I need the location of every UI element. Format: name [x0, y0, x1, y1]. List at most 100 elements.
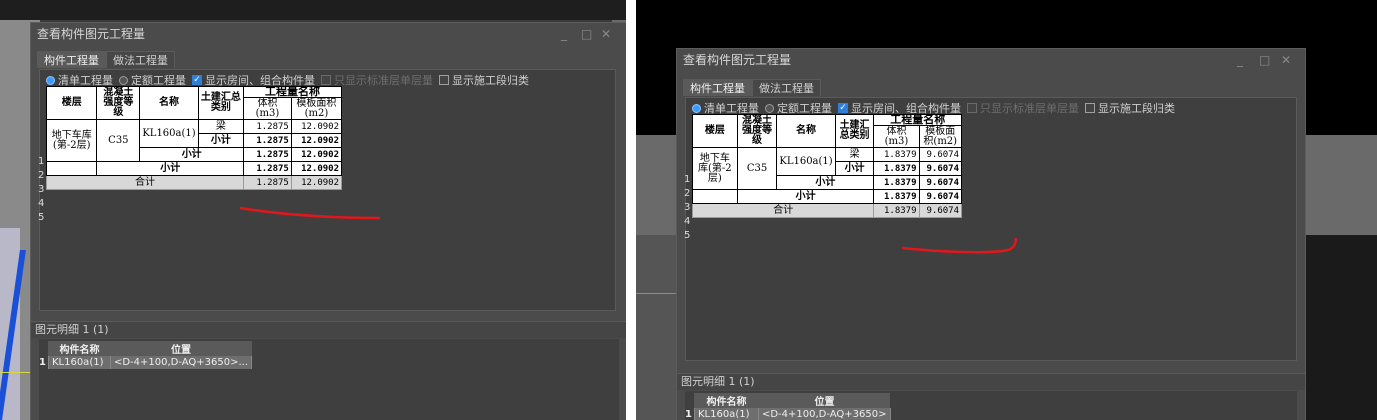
cell-formwork: 12.0902 [290, 147, 343, 162]
detail-col-pos: 位置 [758, 393, 891, 408]
tab-component-quantity[interactable]: 构件工程量 [37, 51, 106, 68]
show-std-floor-checkbox: 只显示标准层单层量 [967, 100, 1079, 116]
detail-count: 1 (1) [728, 375, 755, 388]
cell-subtotal-label: 小计 [197, 133, 245, 148]
show-stage-label: 显示施工段归类 [1098, 102, 1175, 115]
cell-grade: C35 [96, 119, 141, 162]
cell-subtotal-label: 小计 [736, 189, 875, 204]
detail-col-pos: 位置 [110, 341, 252, 356]
row-number: 5 [38, 212, 45, 223]
detail-table: 构件名称 位置 1 KL160a(1) <D-4+100,D-AQ+3650>.… [37, 341, 253, 369]
cell-subtotal-label: 小计 [776, 175, 875, 190]
quantity-panel: 清单工程量 定额工程量 ✓ 显示房间、组合构件量 只显示标准层单层量 显示施工段归… [684, 97, 1297, 361]
cell-formwork: 9.6074 [918, 203, 963, 218]
cell-volume: 1.2875 [243, 161, 292, 176]
row-number: 3 [684, 202, 691, 213]
header-name: 名称 [139, 86, 199, 120]
cell-category: 梁 [834, 147, 875, 162]
tab-bar: 构件工程量 做法工程量 [683, 79, 821, 96]
table-row[interactable]: 1 KL160a(1) <D-4+100,D-AQ+3650> [683, 408, 891, 420]
row-number: 3 [38, 184, 45, 195]
divider [626, 0, 636, 420]
viewport-dark-area [0, 0, 626, 20]
cell-formwork: 12.0902 [290, 133, 343, 148]
checkbox-unchecked-icon [439, 75, 449, 85]
row-number: 2 [38, 170, 45, 181]
radio-checked-icon [46, 75, 55, 85]
cell-formwork: 9.6074 [918, 147, 963, 162]
cell-formwork: 12.0902 [290, 175, 343, 190]
left-screenshot: 查看构件图元工程量 _ □ ✕ 构件工程量 做法工程量 清单工程量 定额工程量 … [0, 0, 626, 420]
detail-title: 图元明细 [681, 375, 725, 388]
viewport-dark-block [1304, 235, 1377, 420]
row-number: 4 [38, 198, 45, 209]
red-underline-annotation [239, 206, 381, 220]
header-grade: 混凝土强度等级 [96, 86, 141, 120]
minimize-icon[interactable]: _ [1237, 49, 1243, 71]
detail-col-name: 构件名称 [694, 393, 759, 408]
close-icon[interactable]: ✕ [601, 23, 611, 45]
show-std-floor-label: 只显示标准层单层量 [334, 74, 433, 87]
table-row[interactable]: 1 KL160a(1) <D-4+100,D-AQ+3650>... [37, 356, 253, 369]
dialog-title: 查看构件图元工程量 [37, 27, 146, 41]
minimize-icon[interactable]: _ [561, 23, 567, 45]
radio-checked-icon [692, 103, 701, 113]
detail-count: 1 (1) [82, 323, 109, 336]
tab-method-quantity[interactable]: 做法工程量 [752, 79, 821, 96]
header-volume: 体积(m3) [873, 125, 920, 148]
radio-unchecked-icon [765, 103, 774, 113]
detail-panel: 构件名称 位置 1 KL160a(1) <D-4+100,D-AQ+3650> [683, 391, 1297, 420]
dialog-title: 查看构件图元工程量 [683, 53, 792, 67]
cell-formwork: 9.6074 [918, 189, 963, 204]
tab-component-quantity[interactable]: 构件工程量 [683, 79, 752, 96]
maximize-icon[interactable]: □ [581, 23, 592, 45]
cell-formwork: 9.6074 [918, 175, 963, 190]
row-number: 5 [684, 230, 691, 241]
cell-volume: 1.8379 [873, 161, 920, 176]
cell-empty [692, 189, 738, 204]
cell-volume: 1.2875 [243, 133, 292, 148]
detail-row-index: 1 [683, 408, 695, 420]
detail-section-header: 图元明细 1 (1) [677, 373, 1305, 390]
tab-method-quantity[interactable]: 做法工程量 [106, 51, 175, 68]
checkbox-checked-icon: ✓ [838, 103, 848, 113]
header-category: 土建汇总类别 [197, 86, 245, 120]
detail-table: 构件名称 位置 1 KL160a(1) <D-4+100,D-AQ+3650> [683, 393, 891, 420]
cell-grade: C35 [736, 147, 778, 190]
cell-empty [45, 161, 98, 176]
red-underline-annotation [901, 237, 1018, 254]
radio-unchecked-icon [119, 75, 128, 85]
show-stage-checkbox[interactable]: 显示施工段归类 [439, 72, 529, 88]
header-name: 名称 [776, 114, 836, 148]
maximize-icon[interactable]: □ [1259, 49, 1270, 71]
row-number: 2 [684, 188, 691, 199]
detail-row-name: KL160a(1) [694, 408, 759, 420]
detail-idx-header [37, 341, 48, 356]
detail-row-position: <D-4+100,D-AQ+3650> [758, 408, 891, 420]
header-floor: 楼层 [45, 86, 98, 120]
detail-idx-header [683, 393, 694, 408]
show-stage-label: 显示施工段归类 [452, 74, 529, 87]
detail-section-header: 图元明细 1 (1) [31, 321, 626, 338]
cell-volume: 1.2875 [243, 147, 292, 162]
checkbox-checked-icon: ✓ [192, 75, 202, 85]
quantity-panel: 清单工程量 定额工程量 ✓ 显示房间、组合构件量 只显示标准层单层量 显示施工段归… [38, 69, 616, 311]
cell-member: KL160a(1) [139, 119, 199, 148]
cell-volume: 1.8379 [873, 147, 920, 162]
cell-volume: 1.2875 [243, 175, 292, 190]
header-qty-name: 工程量名称 [873, 114, 962, 126]
cell-category: 梁 [197, 119, 245, 134]
cell-formwork: 12.0902 [290, 161, 343, 176]
header-grade: 混凝土强度等级 [736, 114, 778, 148]
detail-row-name: KL160a(1) [48, 356, 111, 369]
cell-floor: 地下车库(第-2层) [45, 119, 98, 162]
cell-floor: 地下车库(第-2层) [692, 147, 738, 190]
header-volume: 体积(m3) [243, 97, 292, 120]
cell-member: KL160a(1) [776, 147, 836, 176]
show-stage-checkbox[interactable]: 显示施工段归类 [1085, 100, 1175, 116]
close-icon[interactable]: ✕ [1281, 49, 1291, 71]
tab-bar: 构件工程量 做法工程量 [37, 51, 175, 68]
cell-subtotal-label: 小计 [96, 161, 245, 176]
cell-volume: 1.8379 [873, 203, 920, 218]
cell-volume: 1.8379 [873, 175, 920, 190]
